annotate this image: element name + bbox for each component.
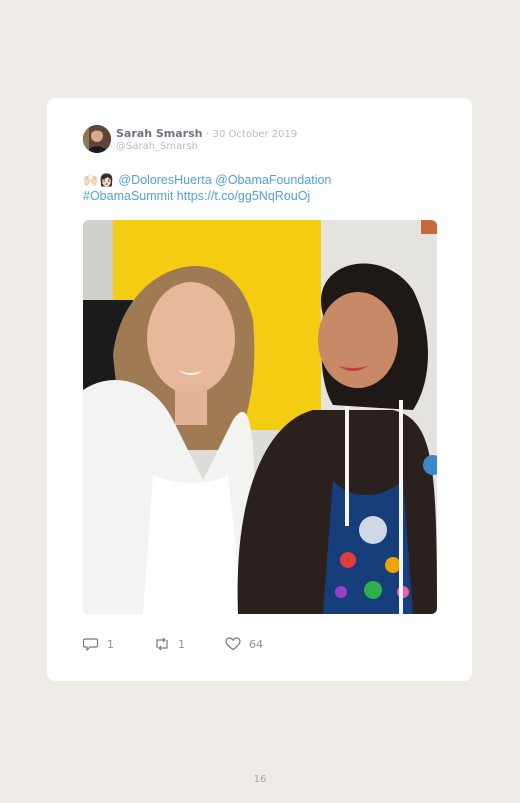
like-count: 64 [249, 637, 263, 651]
like-action[interactable]: 64 [225, 637, 263, 651]
reply-action[interactable]: 1 [83, 637, 114, 651]
avatar[interactable] [83, 125, 111, 153]
heart-icon[interactable] [225, 637, 241, 651]
tweet-date[interactable]: 30 October 2019 [213, 129, 298, 140]
separator: · [205, 129, 210, 140]
author-line: Sarah Smarsh · 30 October 2019 [116, 127, 297, 140]
mention-obama-foundation[interactable]: @ObamaFoundation [215, 173, 331, 187]
tweet-photo[interactable] [83, 220, 437, 614]
author-handle[interactable]: @Sarah_Smarsh [116, 141, 198, 152]
tweet-link[interactable]: https://t.co/gg5NqRouOj [177, 189, 310, 203]
emoji: 🙌🏻👩🏻 [83, 173, 115, 187]
retweet-count: 1 [178, 637, 185, 651]
reply-count: 1 [107, 637, 114, 651]
retweet-icon[interactable] [154, 637, 170, 651]
tweet-actions: 1 1 64 [83, 636, 303, 652]
tweet-text: 🙌🏻👩🏻 @DoloresHuerta @ObamaFoundation #Ob… [83, 172, 443, 204]
author-name[interactable]: Sarah Smarsh [116, 127, 202, 140]
mention-dolores-huerta[interactable]: @DoloresHuerta [118, 173, 211, 187]
retweet-action[interactable]: 1 [154, 637, 185, 651]
hashtag-obama-summit[interactable]: #ObamaSummit [83, 189, 173, 203]
tweet-card: Sarah Smarsh · 30 October 2019 @Sarah_Sm… [47, 98, 472, 681]
page-number: 16 [253, 774, 267, 785]
reply-icon[interactable] [83, 637, 99, 651]
